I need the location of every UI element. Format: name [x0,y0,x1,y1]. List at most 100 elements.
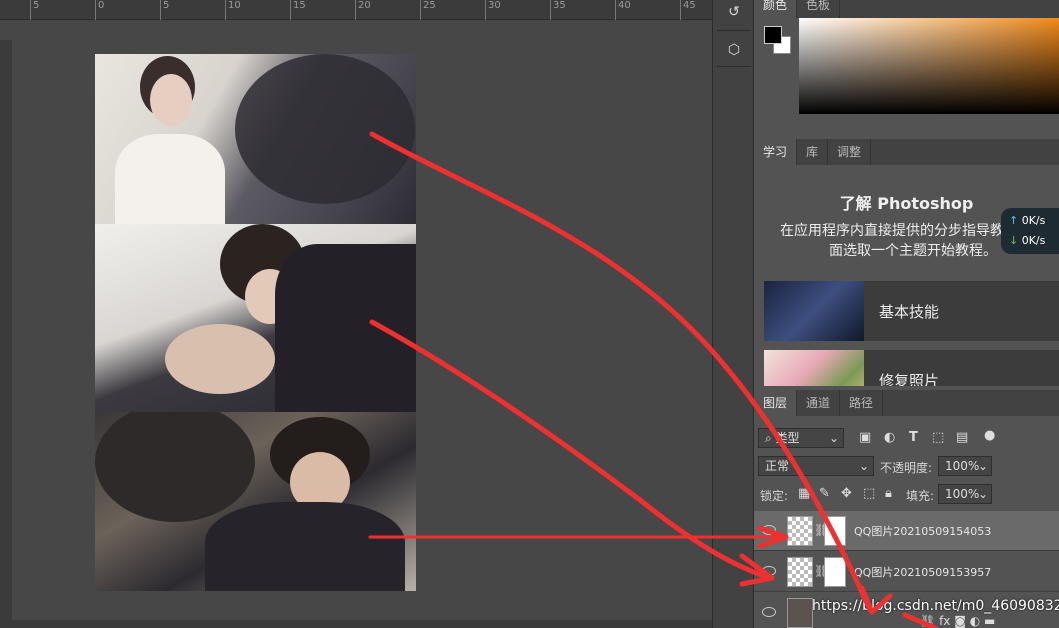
tab-libraries[interactable]: 库 [797,139,829,165]
lock-position-icon[interactable]: ✥ [841,486,852,501]
divider [717,66,751,67]
layer-filter-row: ⌕ 类型 ⌄ ▣ ◐ T ⬚ ▤ ● [754,424,1059,452]
fx-icon[interactable]: fx [939,614,950,628]
link-layers-icon[interactable]: ⛓ [920,614,939,628]
search-icon: ⌕ [765,431,776,445]
ruler-tick: 5 [29,0,40,20]
eye-icon[interactable] [762,525,776,535]
filter-toggle-icon[interactable]: ● [984,428,995,443]
image-filter-icon[interactable]: ▣ [859,430,871,445]
photo-bottom [95,412,416,591]
learn-tabs: 学习 库 调整 [754,139,1059,165]
opacity-input[interactable]: 100% ⌄ [938,456,992,476]
layer-row[interactable]: ⛓ QQ图片20210509153957 [754,552,1059,592]
lesson-label: 基本技能 [879,303,940,321]
network-speed-widget: ↑ 0K/s ↓ 0K/s [1001,208,1059,254]
fill-value: 100% [945,487,980,501]
watermark: https://blog.csdn.net/m0_46090832 [812,598,1059,614]
lock-all-icon[interactable]: 🔒︎ [885,486,892,501]
photo-middle [95,224,416,412]
dark-shirt-shape [205,502,405,591]
blend-mode-select[interactable]: 正常 ⌄ [758,456,874,476]
ruler-tick: 30 [485,0,501,20]
layer-thumbnail [787,598,813,628]
photo-top [95,54,416,224]
ruler-tick: 40 [615,0,631,20]
ruler-tick: 25 [420,0,436,20]
blend-mode-value: 正常 [765,459,790,473]
divider [717,30,751,31]
trash-icon[interactable]: ▬ [984,614,995,628]
horizontal-scrollbar[interactable] [0,620,712,628]
lesson-fix-photo[interactable]: 修复照片 [764,350,1059,386]
chevron-down-icon: ⌄ [977,487,988,501]
right-panel: 颜色 色板 学习 库 调整 了解 Photoshop 在应用程序内直接提供的分步… [754,0,1059,628]
tab-adjustments[interactable]: 调整 [828,139,872,165]
vertical-ruler [0,40,12,628]
face-shape [165,324,275,394]
lock-row: 锁定: ▦ ✎ ✥ ⬚ 🔒︎ 填充: 100% ⌄ [754,480,1059,508]
ruler-tick: 5 [159,0,170,20]
opacity-label: 不透明度: [880,461,933,475]
fill-input[interactable]: 100% ⌄ [938,484,992,504]
download-speed: ↓ 0K/s [1009,234,1046,247]
layer-mask-thumbnail[interactable] [824,557,846,587]
type-filter-icon[interactable]: T [909,430,918,445]
smart-object-filter-icon[interactable]: ▤ [956,430,968,445]
lock-paint-icon[interactable]: ✎ [819,486,830,501]
tab-learn[interactable]: 学习 [754,139,798,165]
foreground-color-swatch[interactable] [764,26,782,44]
ruler-tick: 10 [225,0,241,20]
3d-cube-icon[interactable]: ⬡ [721,38,747,62]
layer-name[interactable]: QQ图片20210509153957 [854,564,991,580]
tab-layers[interactable]: 图层 [754,390,798,416]
layer-thumbnail [787,516,813,546]
lock-artboard-icon[interactable]: ⬚ [863,486,875,501]
panel-icon-strip: ↺ ⬡ [712,0,754,628]
ruler-tick: 20 [355,0,371,20]
eye-icon[interactable] [762,607,776,617]
lock-transparent-icon[interactable]: ▦ [798,486,810,501]
upload-speed-value: 0K/s [1021,214,1046,227]
foreground-head-shape [235,54,415,204]
canvas-area[interactable] [0,20,712,628]
document-canvas[interactable] [95,54,416,591]
chevron-down-icon: ⌄ [828,431,839,445]
ruler-tick: 15 [290,0,306,20]
shape-filter-icon[interactable]: ⬚ [932,430,944,445]
shirt-shape [115,134,225,224]
eye-icon[interactable] [762,566,776,576]
adjustment-layer-icon[interactable]: ◐ [970,614,984,628]
layers-tabs: 图层 通道 路径 [754,390,1059,416]
tab-paths[interactable]: 路径 [840,390,884,416]
blend-row: 正常 ⌄ 不透明度: 100% ⌄ [754,452,1059,480]
chevron-down-icon: ⌄ [977,459,988,473]
dark-shirt-shape [275,244,416,412]
layer-row[interactable]: ⛓ QQ图片20210509154053 [754,511,1059,551]
adjustment-filter-icon[interactable]: ◐ [884,430,895,445]
add-mask-icon[interactable]: ◙ [954,614,969,628]
opacity-value: 100% [945,459,980,473]
ruler-tick: 35 [550,0,566,20]
lesson-basic-skills[interactable]: 基本技能 [764,281,1059,341]
tab-color[interactable]: 颜色 [754,0,798,18]
lock-label: 锁定: [760,489,789,503]
layer-name[interactable]: QQ图片20210509154053 [854,523,991,539]
layer-mask-thumbnail[interactable] [824,516,846,546]
lesson-thumbnail [764,350,864,386]
layers-bottom-bar: ⛓ fx ◙ ◐ ▬ [920,614,995,628]
tab-channels[interactable]: 通道 [797,390,841,416]
layer-thumbnail [787,557,813,587]
history-icon[interactable]: ↺ [721,0,747,24]
lesson-label: 修复照片 [879,372,940,386]
ruler-tick: 45 [680,0,696,20]
ruler-tick: 0 [94,0,105,20]
foreground-hair-shape [95,412,255,522]
fill-label: 填充: [906,489,935,503]
tab-swatches[interactable]: 色板 [797,0,841,18]
filter-value: 类型 [775,431,800,445]
color-picker-field[interactable] [799,18,1059,114]
layer-filter-select[interactable]: ⌕ 类型 ⌄ [758,428,844,448]
chevron-down-icon: ⌄ [858,459,869,473]
face-shape [150,74,192,126]
